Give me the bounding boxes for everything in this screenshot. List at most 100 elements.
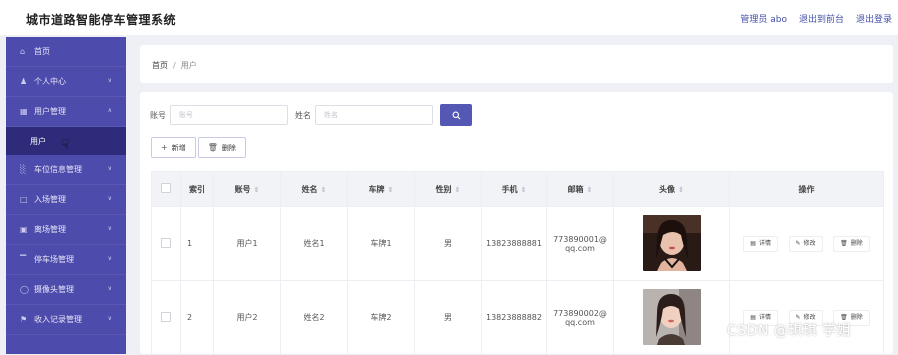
row-select <box>151 280 181 355</box>
select-all-header <box>151 171 181 207</box>
col-plate[interactable]: 车牌 ⇕ <box>347 171 415 207</box>
building-icon: ▔ <box>20 255 27 264</box>
sort-icon: ⇕ <box>387 185 394 194</box>
plus-icon: + <box>161 143 168 152</box>
col-name[interactable]: 姓名 ⇕ <box>280 171 348 207</box>
main-card: 账号 姓名 + 新增 🗑 删除 索引 账号⇕ 姓名⇕ 车牌⇕ 性别⇕ 手机⇕ <box>140 92 893 355</box>
sidebar-item-exit[interactable]: ▣ 离场管理 ∨ <box>6 215 126 245</box>
row-checkbox[interactable] <box>161 237 171 248</box>
col-gender[interactable]: 性别 ⇕ <box>414 171 482 207</box>
sidebar-item-label: 车位信息管理 <box>34 165 82 174</box>
breadcrumb-current: 用户 <box>180 61 197 70</box>
col-email[interactable]: 邮箱 ⇕ <box>546 171 614 207</box>
sidebar-item-profile[interactable]: ♟ 个人中心 ∨ <box>6 67 126 97</box>
cell-account: 用户1 <box>213 206 281 281</box>
cell-gender: 男 <box>414 206 482 281</box>
chevron-down-icon: ∨ <box>107 195 112 202</box>
sidebar-item-label: 摄像头管理 <box>34 285 74 294</box>
back-to-front-link[interactable]: 退出到前台 <box>799 12 844 25</box>
chevron-down-icon: ∨ <box>107 315 112 322</box>
select-all-checkbox[interactable] <box>161 183 171 193</box>
delete-button-label: 删除 <box>221 143 236 152</box>
chevron-down-icon: ∨ <box>107 285 112 292</box>
cell-phone: 13823888881 <box>481 206 547 281</box>
col-account[interactable]: 账号 ⇕ <box>213 171 281 207</box>
table-header-row: 索引 账号 ⇕ 姓名 ⇕ 车牌 ⇕ 性别 ⇕ 手机 ⇕ 邮箱 ⇕ 头像 ⇕ 操作 <box>151 171 884 207</box>
cell-email: 773890001@ qq.com <box>546 206 614 281</box>
sidebar-item-camera[interactable]: ◯ 摄像头管理 ∨ <box>6 275 126 305</box>
app-title: 城市道路智能停车管理系统 <box>26 13 177 27</box>
account-search-input[interactable] <box>170 105 288 125</box>
delete-button[interactable]: 🗑 删除 <box>197 137 246 158</box>
chevron-down-icon: ∨ <box>107 77 112 84</box>
grid-icon: ▦ <box>20 107 28 116</box>
account-label: 账号 <box>150 110 166 120</box>
sidebar-item-label: 入场管理 <box>34 195 66 204</box>
table-row: 1 用户1 姓名1 车牌1 男 13823888881 773890001@ qq… <box>151 206 884 281</box>
breadcrumb-home[interactable]: 首页 <box>152 61 168 70</box>
logout-link[interactable]: 退出登录 <box>856 12 892 25</box>
cell-name: 姓名2 <box>280 280 348 355</box>
name-search-input[interactable] <box>315 105 433 125</box>
chevron-up-icon: ∧ <box>107 107 112 114</box>
search-button[interactable] <box>440 104 472 126</box>
row-delete-button[interactable]: 🗑 删除 <box>833 235 870 252</box>
sidebar-item-home[interactable]: ⌂ 首页 <box>6 37 126 67</box>
col-avatar[interactable]: 头像 ⇕ <box>613 171 730 207</box>
sidebar-item-label: 个人中心 <box>34 77 66 86</box>
cell-email: 773890002@ qq.com <box>546 280 614 355</box>
sidebar-subitem-label: 用户 <box>30 136 46 146</box>
col-phone[interactable]: 手机 ⇕ <box>481 171 547 207</box>
sidebar-subitem-users[interactable]: 用户 ☟ <box>6 127 126 155</box>
search-icon <box>452 111 460 119</box>
sort-icon: ⇕ <box>678 185 684 194</box>
cell-index: 2 <box>180 280 214 355</box>
sidebar-item-label: 离场管理 <box>34 225 66 234</box>
card-icon: ▣ <box>20 225 28 234</box>
sort-icon: ⇕ <box>586 185 593 194</box>
chevron-down-icon: ∨ <box>107 165 112 172</box>
sidebar-item-parking-space[interactable]: ░ 车位信息管理 ∨ <box>6 155 126 185</box>
cell-avatar <box>613 280 730 355</box>
breadcrumb: 首页 / 用户 <box>152 60 197 71</box>
breadcrumb-card: 首页 / 用户 <box>140 45 893 83</box>
sidebar-item-label: 用户管理 <box>34 107 66 116</box>
watermark: CSDN @琪琪 学姐 <box>727 323 852 339</box>
col-actions: 操作 <box>729 171 884 207</box>
row-checkbox[interactable] <box>161 311 171 322</box>
sidebar-item-entry[interactable]: □ 入场管理 ∨ <box>6 185 126 215</box>
detail-icon: ▤ <box>750 239 756 247</box>
home-icon: ⌂ <box>20 47 26 56</box>
sidebar: ⌂ 首页 ♟ 个人中心 ∨ ▦ 用户管理 ∧ 用户 ☟ ░ 车位信息管理 ∨ □… <box>6 37 126 354</box>
sort-icon: ⇕ <box>320 185 327 194</box>
avatar <box>642 214 701 271</box>
person-icon: ♟ <box>20 77 28 86</box>
edit-button[interactable]: ✎ 修改 <box>788 235 823 252</box>
sort-icon: ⇕ <box>520 185 527 194</box>
cell-plate: 车牌1 <box>347 206 415 281</box>
bar-chart-icon: ░ <box>20 165 27 174</box>
avatar <box>642 288 701 345</box>
chevron-down-icon: ∨ <box>107 255 112 262</box>
sidebar-item-parking-lot[interactable]: ▔ 停车场管理 ∨ <box>6 245 126 275</box>
sidebar-item-label: 首页 <box>34 47 50 56</box>
row-select <box>151 206 181 281</box>
cell-plate: 车牌2 <box>347 280 415 355</box>
flag-icon: ⚑ <box>20 315 28 324</box>
cell-gender: 男 <box>414 280 482 355</box>
cell-actions: ▤ 详情 ✎ 修改 🗑 删除 <box>729 280 884 355</box>
add-button-label: 新增 <box>171 143 186 152</box>
cell-actions: ▤ 详情 ✎ 修改 🗑 删除 <box>729 206 884 281</box>
square-icon: □ <box>20 195 28 204</box>
add-button[interactable]: + 新增 <box>151 137 196 158</box>
cell-name: 姓名1 <box>280 206 348 281</box>
search-row: 账号 姓名 <box>150 104 472 126</box>
sidebar-item-income[interactable]: ⚑ 收入记录管理 ∨ <box>6 305 126 335</box>
cell-account: 用户2 <box>213 280 281 355</box>
admin-label[interactable]: 管理员 abo <box>740 12 787 25</box>
hand-cursor-icon: ☟ <box>61 137 70 153</box>
cell-avatar <box>613 206 730 281</box>
col-index: 索引 <box>180 171 214 207</box>
sidebar-item-user-management[interactable]: ▦ 用户管理 ∧ <box>6 97 126 127</box>
detail-button[interactable]: ▤ 详情 <box>743 235 778 252</box>
